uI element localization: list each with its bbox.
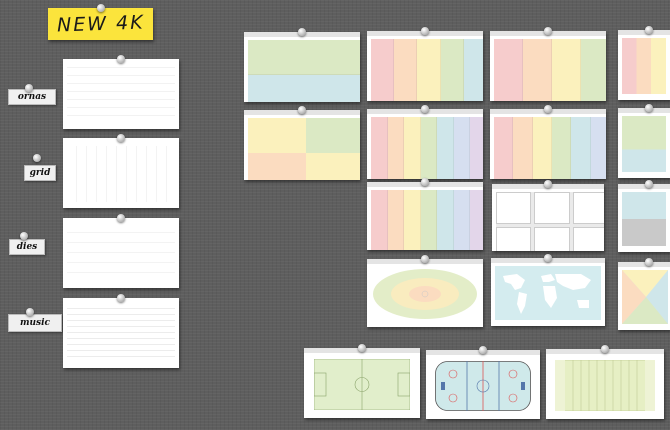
template-quad-grid[interactable] (244, 110, 360, 180)
template-partial-1[interactable] (618, 30, 670, 100)
template-six-box-grid[interactable] (492, 184, 604, 251)
pushpin-icon (26, 308, 34, 316)
pushpin-icon (298, 28, 306, 36)
pushpin-icon (544, 180, 552, 188)
pushpin-icon (421, 255, 429, 263)
blank-card-music[interactable] (63, 298, 179, 368)
pushpin-icon (20, 232, 28, 240)
pushpin-icon (33, 154, 41, 162)
label-grid-text: grid (29, 168, 51, 178)
template-partial-3[interactable] (618, 184, 670, 252)
template-world-map[interactable] (491, 258, 605, 326)
pushpin-icon (25, 84, 33, 92)
pushpin-icon (117, 214, 125, 222)
blank-card-dies[interactable] (63, 218, 179, 288)
pushpin-icon (645, 104, 653, 112)
template-two-band[interactable] (244, 32, 360, 102)
template-partial-2[interactable] (618, 108, 670, 178)
template-ellipse-target[interactable] (367, 259, 483, 327)
label-ornas-text: ornas (17, 92, 47, 102)
pushpin-icon (645, 180, 653, 188)
template-rainbow-table[interactable] (367, 182, 483, 250)
pushpin-icon (544, 27, 552, 35)
title-sticky-note[interactable]: NEW 4K (48, 8, 153, 40)
title-note-text: NEW 4K (56, 11, 145, 37)
pushpin-icon (421, 27, 429, 35)
pushpin-icon (544, 254, 552, 262)
template-soccer-field[interactable] (304, 348, 420, 418)
pushpin-icon (97, 4, 105, 12)
template-warm-columns-4[interactable] (490, 31, 606, 101)
pushpin-icon (358, 344, 366, 352)
blank-card-ornas[interactable] (63, 59, 179, 129)
pushpin-icon (479, 346, 487, 354)
pushpin-icon (117, 55, 125, 63)
pushpin-icon (601, 345, 609, 353)
template-hockey-rink[interactable] (426, 350, 540, 419)
label-music[interactable]: music (8, 314, 62, 332)
pushpin-icon (117, 294, 125, 302)
template-rainbow-columns-7[interactable] (367, 109, 483, 179)
template-rainbow-columns-6[interactable] (490, 109, 606, 179)
pushpin-icon (421, 178, 429, 186)
blank-card-grid[interactable] (63, 138, 179, 208)
pushpin-icon (117, 134, 125, 142)
label-dies-text: dies (16, 242, 38, 252)
pushpin-icon (544, 105, 552, 113)
label-dies[interactable]: dies (9, 239, 45, 255)
label-ornas[interactable]: ornas (8, 89, 56, 105)
label-grid[interactable]: grid (24, 165, 56, 181)
pushpin-icon (645, 258, 653, 266)
pushpin-icon (645, 26, 653, 34)
label-music-text: music (19, 318, 51, 328)
pushpin-icon (298, 106, 306, 114)
template-football-field[interactable] (546, 349, 664, 419)
template-rainbow-columns-5[interactable] (367, 31, 483, 101)
pushpin-icon (421, 105, 429, 113)
template-partial-4[interactable] (618, 262, 670, 330)
